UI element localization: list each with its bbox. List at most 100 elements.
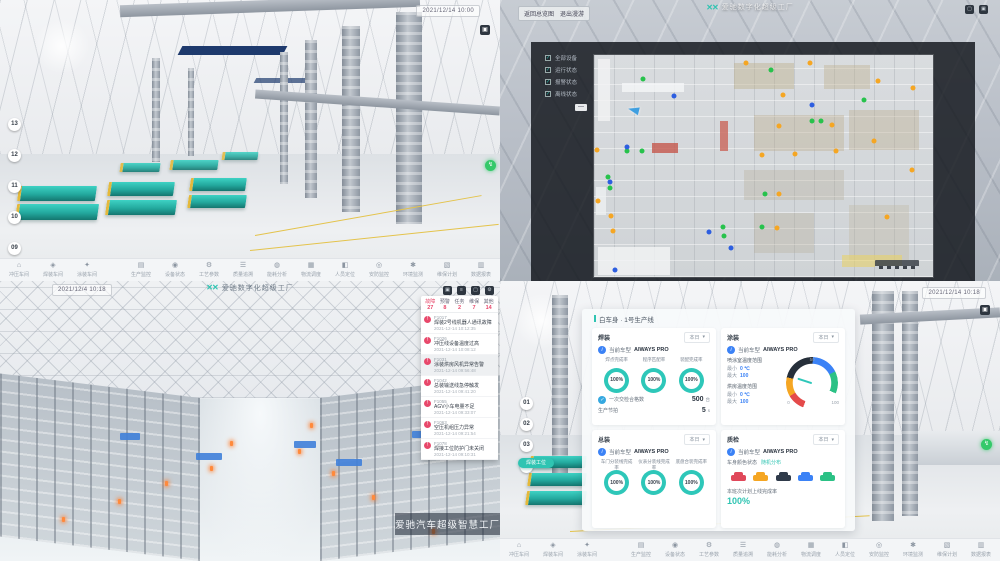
toolbar-item[interactable]: ✱ 环境监测 bbox=[896, 542, 930, 558]
toolbar-item[interactable]: ▥ 数据报表 bbox=[964, 542, 998, 558]
device-status-dot[interactable] bbox=[819, 119, 824, 124]
toolbar-item[interactable]: ◎ 安防监控 bbox=[362, 262, 396, 278]
window-button[interactable]: ▢ bbox=[471, 286, 480, 295]
device-status-dot[interactable] bbox=[780, 92, 785, 97]
device-status-dot[interactable] bbox=[762, 191, 767, 196]
station-pill-button[interactable]: 焊装工位 bbox=[518, 458, 554, 468]
device-status-dot[interactable] bbox=[872, 138, 877, 143]
window-button[interactable]: ⚙ bbox=[485, 286, 494, 295]
station-badge[interactable]: 12 bbox=[8, 149, 21, 162]
alarm-item[interactable]: ! F1031 涂装烘房风机异常告警 2021-12-14 09:56:48 bbox=[421, 355, 498, 376]
toolbar-item[interactable]: ▥ 数据报表 bbox=[464, 262, 498, 278]
device-status-dot[interactable] bbox=[760, 153, 765, 158]
device-status-dot[interactable] bbox=[774, 226, 779, 231]
toolbar-item[interactable]: ◍ 能耗分析 bbox=[760, 542, 794, 558]
window-button[interactable]: ▢ bbox=[965, 5, 974, 14]
alarm-item[interactable]: ! F1078 焊接工位防护门未关闭 2021-12-14 09:10:31 bbox=[421, 439, 498, 460]
device-status-dot[interactable] bbox=[768, 68, 773, 73]
device-status-dot[interactable] bbox=[792, 152, 797, 157]
toolbar-item[interactable]: ✱ 环境监测 bbox=[396, 262, 430, 278]
legend-item[interactable]: ✓ 全部设备 bbox=[545, 54, 577, 62]
capture-button[interactable]: ▣ bbox=[980, 305, 990, 315]
checkbox-icon[interactable]: ✓ bbox=[545, 91, 551, 97]
window-button[interactable]: ▣ bbox=[979, 5, 988, 14]
station-badge[interactable]: 10 bbox=[8, 211, 21, 224]
station-badge[interactable]: 11 bbox=[8, 180, 21, 193]
toolbar-item[interactable]: ⚙ 工艺参数 bbox=[192, 262, 226, 278]
device-status-dot[interactable] bbox=[706, 230, 711, 235]
toolbar-item[interactable]: ◈ 焊装车间 bbox=[536, 542, 570, 558]
device-status-dot[interactable] bbox=[608, 214, 613, 219]
toolbar-item[interactable]: ◎ 安防监控 bbox=[862, 542, 896, 558]
device-status-dot[interactable] bbox=[834, 148, 839, 153]
alarm-tab[interactable]: 任务 2 bbox=[452, 298, 467, 311]
alarm-tab[interactable]: 预警 8 bbox=[438, 298, 453, 311]
device-status-dot[interactable] bbox=[875, 78, 880, 83]
station-badge[interactable]: 02 bbox=[520, 418, 533, 431]
device-status-dot[interactable] bbox=[776, 123, 781, 128]
toolbar-item[interactable]: ▦ 物流调度 bbox=[294, 262, 328, 278]
toolbar-item[interactable]: ▧ 维保计划 bbox=[430, 262, 464, 278]
device-status-dot[interactable] bbox=[759, 224, 764, 229]
device-status-dot[interactable] bbox=[809, 119, 814, 124]
device-status-dot[interactable] bbox=[809, 102, 814, 107]
alarm-tab[interactable]: 维保 7 bbox=[467, 298, 482, 311]
camera-position-arrow[interactable] bbox=[627, 105, 640, 115]
toolbar-item[interactable]: ▦ 物流调度 bbox=[794, 542, 828, 558]
device-status-dot[interactable] bbox=[861, 97, 866, 102]
device-status-dot[interactable] bbox=[639, 148, 644, 153]
toolbar-item[interactable]: ▤ 生产监控 bbox=[124, 262, 158, 278]
device-status-dot[interactable] bbox=[625, 144, 630, 149]
legend-item[interactable]: ✓ 离线状态 bbox=[545, 90, 577, 98]
toolbar-item[interactable]: ◈ 焊装车间 bbox=[36, 262, 70, 278]
capture-button[interactable]: ▣ bbox=[480, 25, 490, 35]
device-status-dot[interactable] bbox=[608, 179, 613, 184]
device-status-dot[interactable] bbox=[721, 224, 726, 229]
alarm-item[interactable]: ! F1042 总装输送线急停触发 2021-12-14 09:41:20 bbox=[421, 376, 498, 397]
device-status-dot[interactable] bbox=[808, 60, 813, 65]
toolbar-item[interactable]: ◧ 人员定位 bbox=[328, 262, 362, 278]
device-status-dot[interactable] bbox=[776, 191, 781, 196]
period-select[interactable]: 本日 ▾ bbox=[813, 434, 839, 445]
device-status-dot[interactable] bbox=[884, 214, 889, 219]
device-status-dot[interactable] bbox=[640, 76, 645, 81]
energy-badge[interactable]: ↯ bbox=[485, 160, 496, 171]
device-status-dot[interactable] bbox=[829, 122, 834, 127]
energy-badge[interactable]: ↯ bbox=[981, 439, 992, 450]
device-status-dot[interactable] bbox=[610, 228, 615, 233]
legend-item[interactable]: ✓ 运行状态 bbox=[545, 66, 577, 74]
checkbox-icon[interactable]: ✓ bbox=[545, 67, 551, 73]
collapse-button[interactable]: — bbox=[575, 104, 587, 111]
period-select[interactable]: 本日 ▾ bbox=[684, 332, 710, 343]
toolbar-item[interactable]: ◉ 设备状态 bbox=[158, 262, 192, 278]
station-badge[interactable]: 03 bbox=[520, 439, 533, 452]
window-button[interactable]: ≡ bbox=[457, 286, 466, 295]
device-status-dot[interactable] bbox=[672, 94, 677, 99]
toolbar-item[interactable]: ✦ 涂装车间 bbox=[570, 542, 604, 558]
period-select[interactable]: 本日 ▾ bbox=[684, 434, 710, 445]
device-status-dot[interactable] bbox=[729, 245, 734, 250]
toolbar-item[interactable]: ▧ 维保计划 bbox=[930, 542, 964, 558]
station-badge[interactable]: 01 bbox=[520, 397, 533, 410]
station-badge[interactable]: 09 bbox=[8, 242, 21, 255]
toolbar-item[interactable]: ◧ 人员定位 bbox=[828, 542, 862, 558]
toolbar-item[interactable]: ⌂ 冲压车间 bbox=[2, 262, 36, 278]
checkbox-icon[interactable]: ✓ bbox=[545, 55, 551, 61]
toolbar-item[interactable]: ◉ 设备状态 bbox=[658, 542, 692, 558]
alarm-item[interactable]: ! F1063 空压机组压力异常 2021-12-14 09:21:54 bbox=[421, 418, 498, 439]
alarm-item[interactable]: ! F1026 冲压线设备温度过高 2021-12-14 10:08:12 bbox=[421, 334, 498, 355]
alarm-tab[interactable]: 故障 27 bbox=[423, 298, 438, 311]
back-to-overview-button[interactable]: 返回总览图 bbox=[524, 9, 554, 18]
period-select[interactable]: 本日 ▾ bbox=[813, 332, 839, 343]
toolbar-item[interactable]: ✦ 涂装车间 bbox=[70, 262, 104, 278]
device-status-dot[interactable] bbox=[722, 233, 727, 238]
alarm-tab[interactable]: 其他 14 bbox=[481, 298, 496, 311]
toolbar-item[interactable]: ☰ 质量追溯 bbox=[726, 542, 760, 558]
device-status-dot[interactable] bbox=[910, 86, 915, 91]
exit-roam-button[interactable]: 退出漫游 bbox=[560, 9, 584, 18]
station-badge[interactable]: 13 bbox=[8, 118, 21, 131]
legend-item[interactable]: ✓ 报警状态 bbox=[545, 78, 577, 86]
toolbar-item[interactable]: ▤ 生产监控 bbox=[624, 542, 658, 558]
factory-floorplan-map[interactable] bbox=[594, 55, 933, 277]
toolbar-item[interactable]: ☰ 质量追溯 bbox=[226, 262, 260, 278]
